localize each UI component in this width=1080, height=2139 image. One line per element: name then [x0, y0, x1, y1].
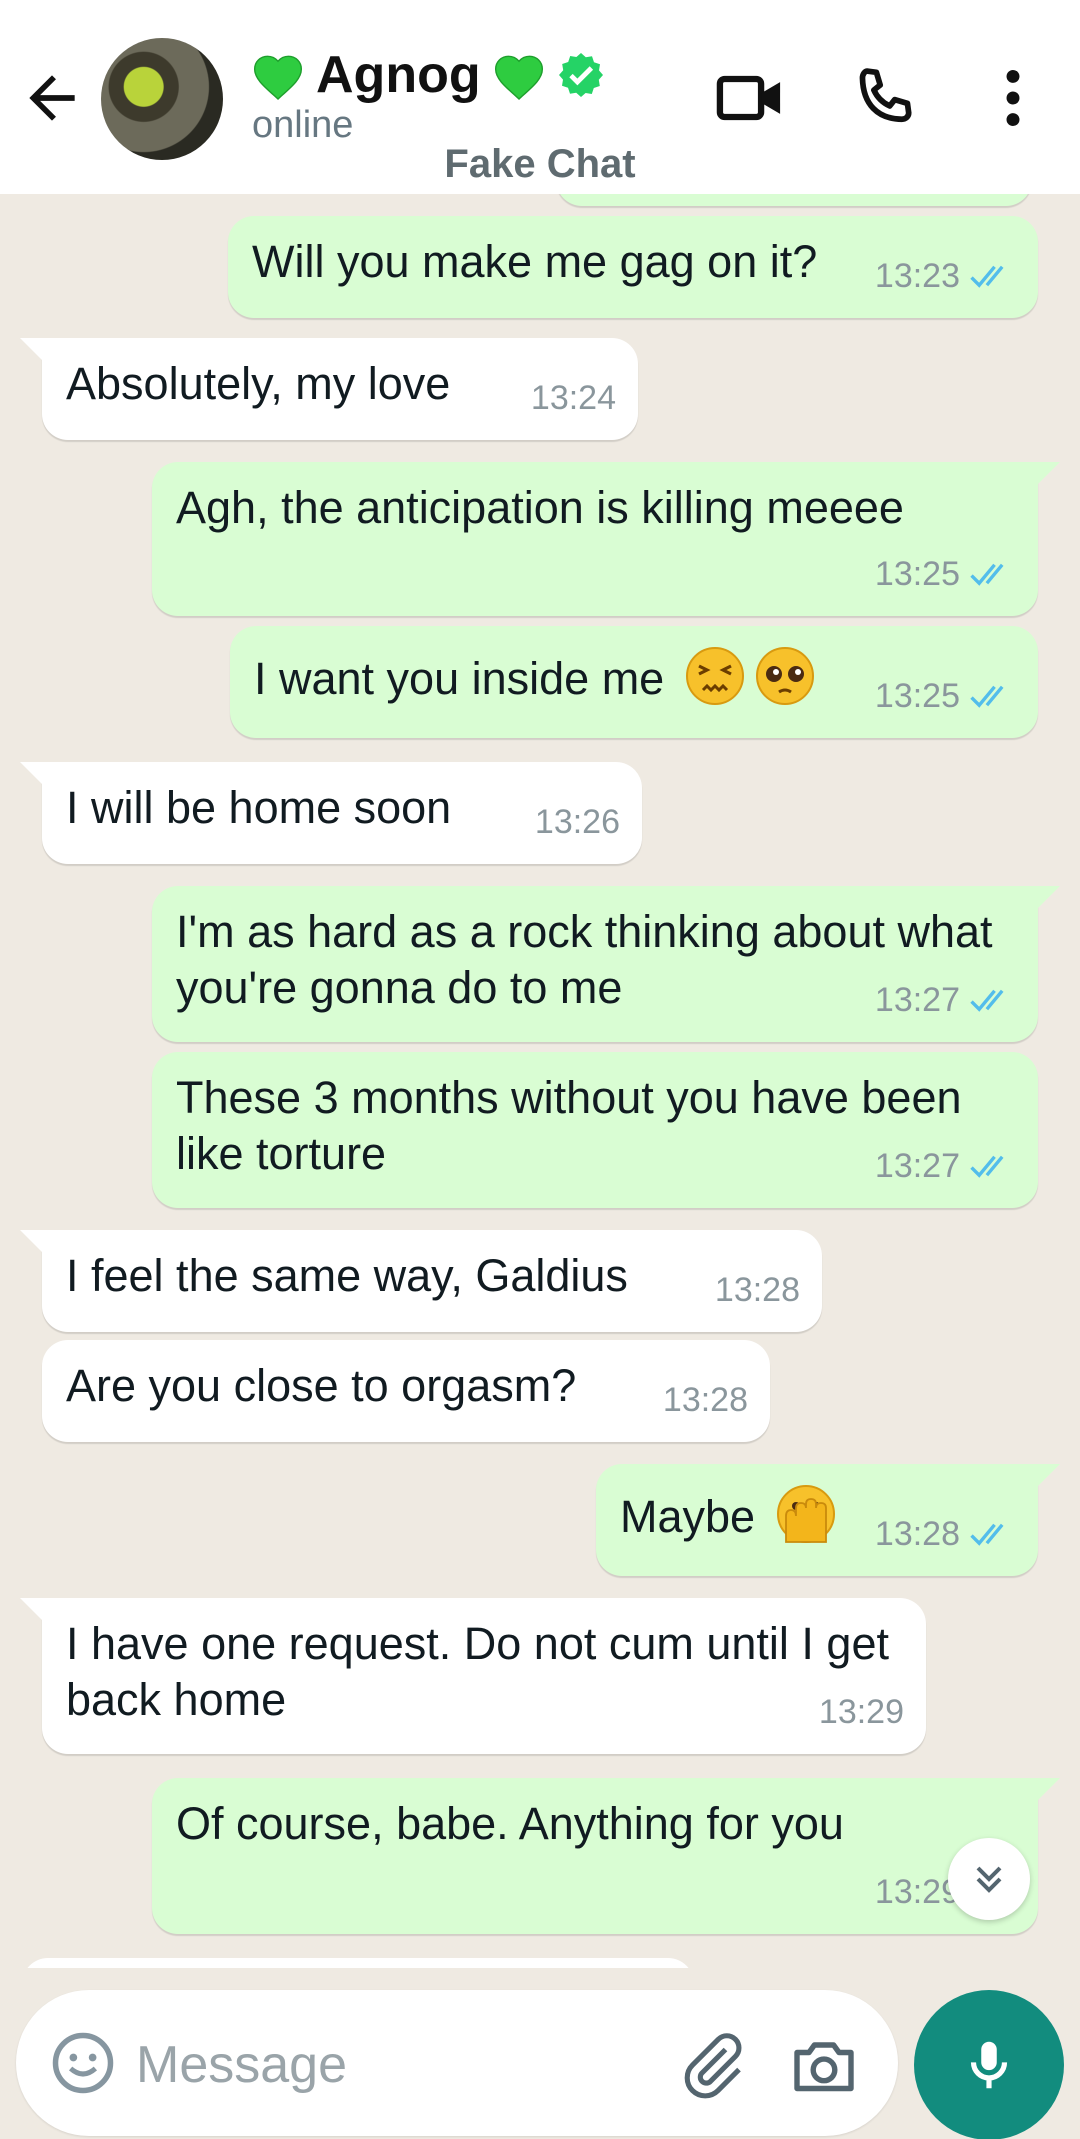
message-text: I'm as hard as a rock thinking about wha… — [176, 906, 993, 1013]
scroll-down-button[interactable] — [948, 1838, 1030, 1920]
pleading-face-icon — [755, 647, 814, 705]
message-input[interactable] — [134, 2028, 658, 2102]
message-meta: 13:28 — [663, 1372, 748, 1428]
page-subtitle: Fake Chat — [444, 142, 636, 186]
message-text: These 3 months without you have been lik… — [176, 1072, 962, 1179]
mic-icon — [970, 2041, 1008, 2089]
contact-status: online — [252, 104, 354, 146]
message-time: 13:25 — [874, 555, 960, 593]
double-check-icon — [970, 1523, 1004, 1546]
message-time: 13:26 — [534, 803, 620, 841]
emoji-icon[interactable] — [50, 2030, 116, 2096]
message-bubble-incoming[interactable]: Absolutely, my love 13:24 — [20, 338, 638, 440]
back-arrow-icon[interactable] — [18, 64, 86, 132]
message-text: Are you close to orgasm? — [66, 1360, 577, 1411]
message-meta: 13:28 — [875, 1506, 1016, 1562]
message-time: 13:25 — [874, 677, 960, 715]
double-check-icon — [970, 685, 1004, 708]
message-meta: 13:27 — [875, 972, 1016, 1028]
message-bubble-outgoing[interactable]: I'm as hard as a rock thinking about wha… — [152, 886, 1060, 1042]
message-time: 13:29 — [818, 1693, 904, 1731]
video-call-icon[interactable] — [712, 60, 788, 136]
message-text: Maybe — [620, 1491, 756, 1542]
message-bubble-incoming[interactable]: Are you close to orgasm? 13:28 — [42, 1340, 770, 1442]
message-meta: 13:29 — [819, 1684, 904, 1740]
message-bubble-outgoing[interactable]: I want you inside me 13:25 — [230, 626, 1038, 738]
message-bubble-outgoing[interactable]: These 3 months without you have been lik… — [152, 1052, 1038, 1208]
message-bubble-outgoing[interactable]: Of course, babe. Anything for you 13:29 — [152, 1778, 1060, 1934]
message-time: 13:27 — [874, 1147, 960, 1185]
double-check-icon — [970, 1155, 1004, 1178]
message-meta: 13:27 — [875, 1138, 1016, 1194]
message-bubble-outgoing[interactable]: Maybe 13:28 — [596, 1464, 1060, 1576]
message-composer — [16, 1990, 898, 2136]
message-bubble-incoming[interactable]: I will be home soon 13:26 — [20, 762, 642, 864]
chat-header: Agnog online Fake Chat — [0, 0, 1080, 194]
camera-icon[interactable] — [788, 2030, 860, 2102]
message-text: Agh, the anticipation is killing meeee — [176, 482, 904, 533]
message-list[interactable]: Will you make me gag on it? 13:23 Absolu… — [0, 194, 1080, 1968]
contact-name-row[interactable]: Agnog — [250, 40, 605, 110]
double-check-icon — [970, 265, 1004, 288]
phone-icon[interactable] — [846, 60, 922, 136]
message-meta: 13:28 — [715, 1262, 800, 1318]
double-check-icon — [970, 989, 1004, 1012]
verified-badge-icon — [558, 53, 603, 97]
message-time: 13:29 — [874, 1873, 960, 1911]
message-bubble-partial — [22, 1958, 694, 1968]
message-meta: 13:25 — [875, 668, 1016, 724]
mic-button[interactable] — [914, 1990, 1064, 2139]
confounded-face-icon — [685, 647, 744, 705]
message-time: 13:28 — [662, 1381, 748, 1419]
message-text: I want you inside me — [254, 653, 665, 704]
message-text: I have one request. Do not cum until I g… — [66, 1618, 889, 1725]
message-bubble-incoming[interactable]: I feel the same way, Galdius 13:28 — [20, 1230, 822, 1332]
message-text: Of course, babe. Anything for you — [176, 1798, 844, 1849]
message-bubble-outgoing[interactable]: Agh, the anticipation is killing meeee 1… — [152, 462, 1060, 616]
message-text: Will you make me gag on it? — [252, 236, 818, 287]
message-time: 13:24 — [530, 379, 616, 417]
message-text: I feel the same way, Galdius — [66, 1250, 628, 1301]
message-time: 13:23 — [874, 257, 960, 295]
scroll-down-icon — [976, 1866, 1002, 1893]
double-check-icon — [970, 563, 1004, 586]
green-heart-icon — [253, 55, 303, 100]
message-meta: 13:25 — [875, 546, 1016, 602]
message-meta: 13:26 — [535, 794, 620, 850]
message-time: 13:28 — [874, 1515, 960, 1553]
message-time: 13:28 — [714, 1271, 800, 1309]
message-bubble-partial — [556, 194, 1032, 206]
message-meta: 13:24 — [531, 370, 616, 426]
green-heart-icon — [494, 55, 543, 100]
message-text: I will be home soon — [66, 782, 452, 833]
contact-name: Agnog — [316, 46, 481, 104]
message-text: Absolutely, my love — [66, 358, 451, 409]
face-with-open-eyes-and-hand-over-mouth-icon — [776, 1485, 835, 1543]
message-bubble-incoming[interactable]: I have one request. Do not cum until I g… — [20, 1598, 926, 1754]
more-vert-icon[interactable] — [976, 60, 1050, 136]
message-meta: 13:23 — [875, 248, 1016, 304]
attach-icon[interactable] — [676, 2030, 748, 2102]
message-bubble-outgoing[interactable]: Will you make me gag on it? 13:23 — [228, 216, 1038, 318]
message-time: 13:27 — [874, 981, 960, 1019]
